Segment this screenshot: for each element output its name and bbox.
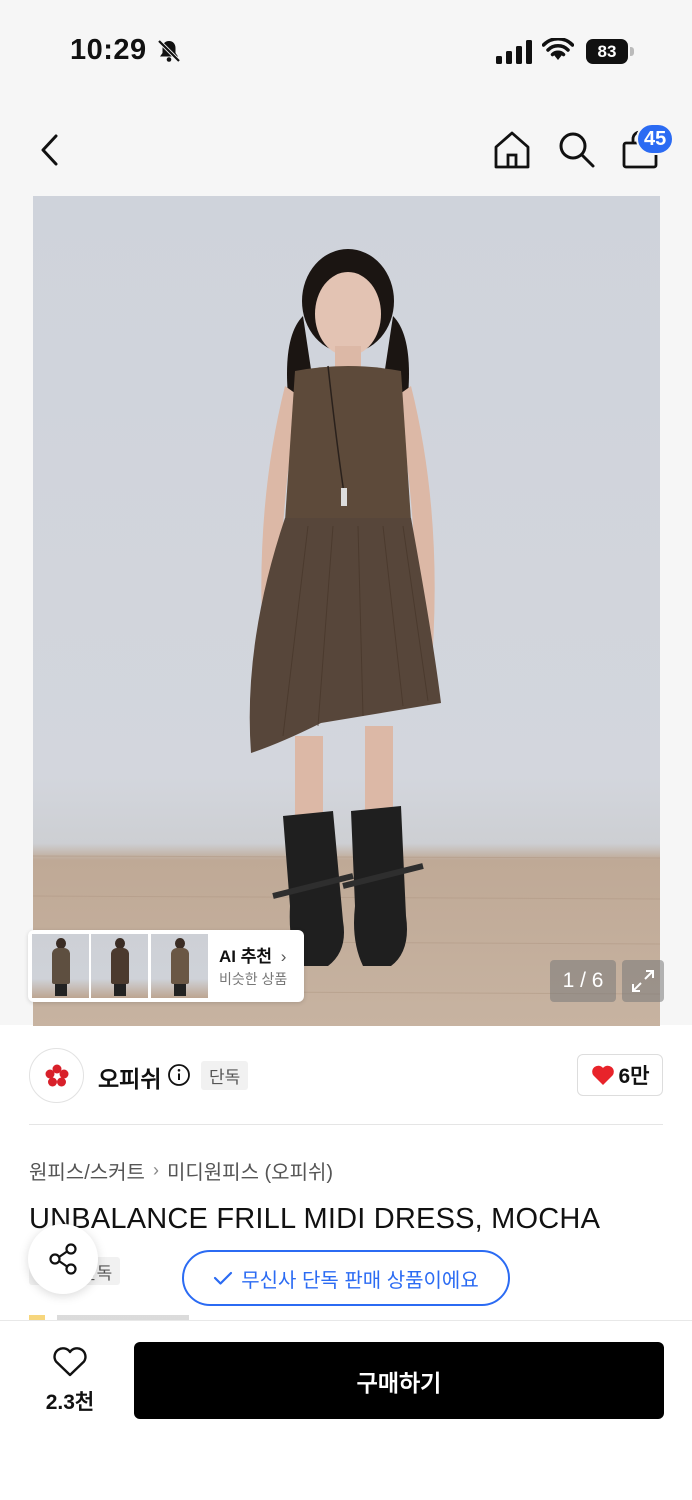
cellular-signal-icon — [496, 40, 532, 64]
exclusive-badge: 단독 — [201, 1061, 249, 1090]
wifi-icon — [542, 38, 574, 60]
bell-slash-icon — [157, 39, 181, 63]
product-image[interactable] — [33, 196, 660, 1026]
wishlist-count: 2.3천 — [45, 1391, 95, 1414]
checkmark-icon — [214, 1271, 233, 1285]
exclusive-sale-banner[interactable]: 무신사 단독 판매 상품이에요 — [182, 1250, 510, 1306]
divider — [29, 1124, 663, 1125]
battery-level: 83 — [586, 39, 628, 64]
exclusive-sale-text: 무신사 단독 판매 상품이에요 — [241, 1269, 479, 1292]
heart-outline-icon — [53, 1347, 87, 1377]
brand-like-count: 6만 — [618, 1065, 650, 1088]
product-photo-illustration — [33, 249, 660, 995]
status-bar: 10:29 83 — [0, 0, 692, 100]
info-icon[interactable] — [167, 1063, 191, 1087]
ai-recommend-card[interactable]: AI 추천 › 비슷한 상품 — [28, 930, 304, 1002]
flower-logo-icon — [45, 1064, 68, 1086]
home-icon[interactable] — [490, 128, 534, 172]
expand-icon — [632, 970, 654, 992]
status-time: 10:29 — [70, 34, 147, 66]
page-indicator: 1 / 6 — [550, 960, 616, 1002]
brand-name[interactable]: 오피쉬 — [98, 1060, 161, 1094]
brand-logo[interactable] — [29, 1048, 84, 1103]
battery-icon: 83 — [586, 39, 634, 64]
ai-thumbnail[interactable] — [32, 934, 89, 998]
breadcrumb-category[interactable]: 원피스/스커트 — [29, 1156, 145, 1185]
back-chevron-icon[interactable] — [30, 130, 70, 170]
cart-count-badge: 45 — [636, 123, 675, 155]
ai-thumbnail[interactable] — [151, 934, 208, 998]
top-navigation — [0, 100, 692, 195]
brand-like-button[interactable]: 6만 — [577, 1054, 663, 1096]
battery-cap — [630, 47, 634, 56]
buy-button[interactable]: 구매하기 — [134, 1342, 664, 1419]
search-icon[interactable] — [555, 128, 597, 170]
chevron-right-icon: › — [280, 947, 287, 966]
breadcrumb: 원피스/스커트 › 미디원피스 (오피쉬) — [29, 1156, 333, 1185]
share-icon — [49, 1243, 77, 1275]
share-button[interactable] — [28, 1224, 98, 1294]
ai-thumbnail[interactable] — [91, 934, 148, 998]
breadcrumb-subcategory[interactable]: 미디원피스 (오피쉬) — [167, 1156, 333, 1185]
ai-recommend-title: AI 추천 › — [219, 947, 287, 966]
chevron-right-icon: › — [152, 1160, 159, 1180]
expand-button[interactable] — [622, 960, 664, 1002]
heart-filled-icon — [591, 1065, 614, 1085]
product-title: UNBALANCE FRILL MIDI DRESS, MOCHA — [29, 1203, 601, 1235]
ai-recommend-subtitle: 비슷한 상품 — [219, 971, 288, 987]
